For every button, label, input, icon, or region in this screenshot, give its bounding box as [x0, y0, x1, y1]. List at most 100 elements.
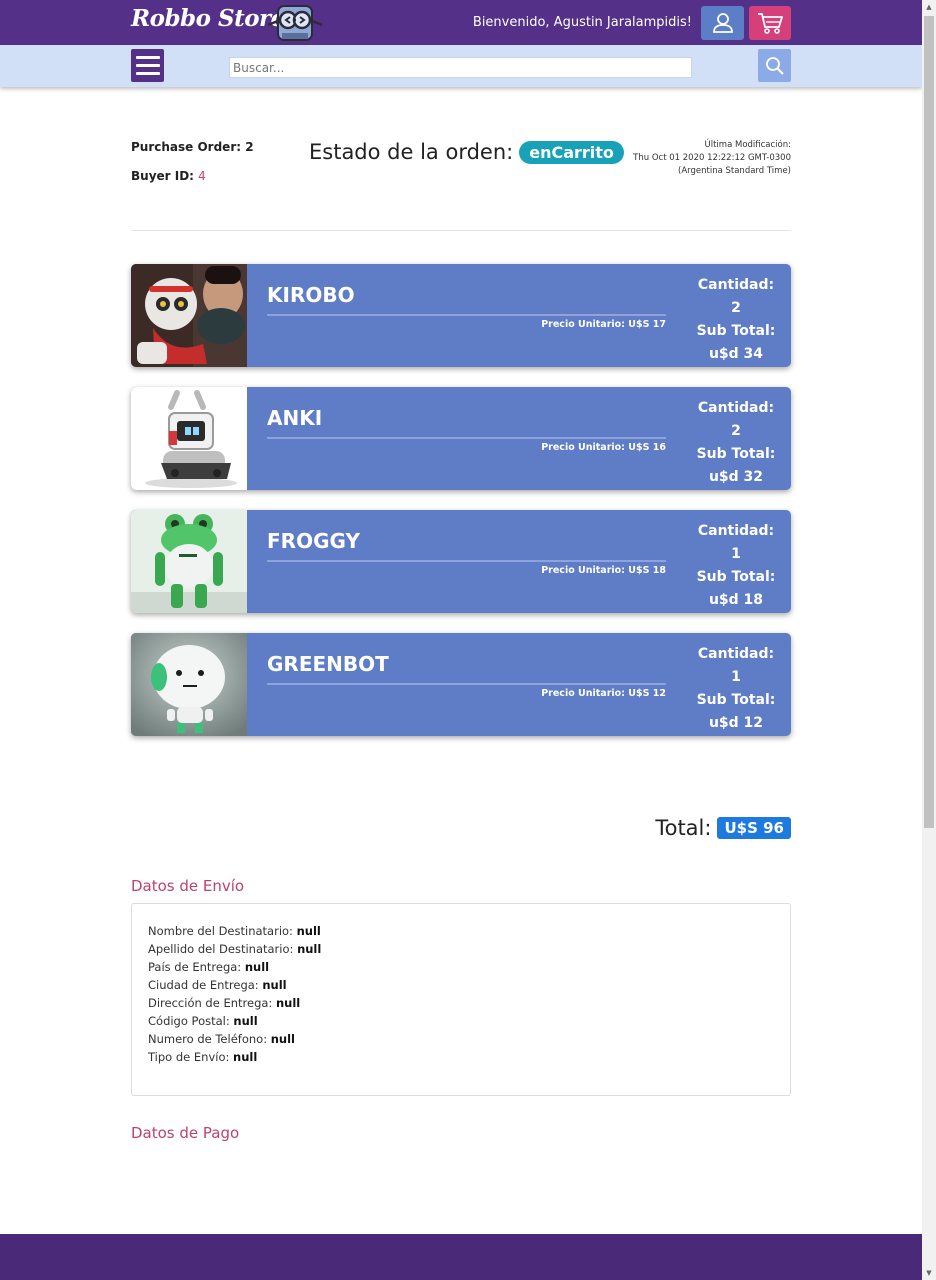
field-label: Apellido del Destinatario: — [148, 942, 294, 956]
product-card[interactable]: ANKI Precio Unitario: U$S 16 Cantidad: 2… — [131, 387, 791, 490]
delivery-city: Ciudad de Entrega: null — [148, 976, 774, 994]
search-button[interactable] — [758, 49, 791, 82]
subtotal-value: u$d 12 — [708, 715, 764, 731]
field-label: País de Entrega: — [148, 960, 242, 974]
cart-icon — [758, 13, 783, 34]
recipient-last-name: Apellido del Destinatario: null — [148, 940, 774, 958]
field-value: null — [262, 978, 287, 992]
store-logo-text[interactable]: Robbo Store — [131, 5, 285, 32]
order-info: Purchase Order: 2 Buyer ID: 4 — [131, 140, 254, 198]
product-name[interactable]: FROGGY — [267, 529, 360, 553]
top-navbar: Robbo Store Bienvenido, Agustin Jaralamp… — [0, 0, 922, 45]
subtotal-label: Sub Total: — [696, 446, 776, 462]
total-value-badge: U$S 96 — [717, 817, 791, 839]
shipping-section-title: Datos de Envío — [131, 877, 245, 895]
quantity-label: Cantidad: — [697, 523, 775, 539]
quantity-value: 2 — [731, 300, 741, 316]
field-label: Nombre del Destinatario: — [148, 924, 293, 938]
recipient-first-name: Nombre del Destinatario: null — [148, 922, 774, 940]
last-modified-label: Última Modificación: — [704, 140, 791, 150]
product-name[interactable]: GREENBOT — [267, 652, 389, 676]
robot-glasses-logo-icon[interactable] — [266, 3, 324, 43]
phone-number: Numero de Teléfono: null — [148, 1030, 774, 1048]
last-modified-date: Thu Oct 01 2020 12:22:12 GMT-0300 — [633, 153, 791, 163]
order-status-label: Estado de la orden: — [309, 140, 514, 164]
field-value: null — [297, 942, 322, 956]
product-name[interactable]: ANKI — [267, 406, 322, 430]
delivery-address: Dirección de Entrega: null — [148, 994, 774, 1012]
scroll-up-arrow-icon[interactable]: ▲ — [922, 0, 936, 14]
user-account-button[interactable] — [701, 6, 744, 40]
product-unit-price: Precio Unitario: U$S 16 — [541, 442, 666, 453]
product-card[interactable]: GREENBOT Precio Unitario: U$S 12 Cantida… — [131, 633, 791, 736]
subtotal-label: Sub Total: — [696, 323, 776, 339]
product-card[interactable]: FROGGY Precio Unitario: U$S 18 Cantidad:… — [131, 510, 791, 613]
field-value: null — [233, 1014, 258, 1028]
scroll-down-arrow-icon[interactable]: ▼ — [922, 1266, 936, 1280]
white-green-robot-photo — [131, 633, 247, 736]
field-label: Numero de Teléfono: — [148, 1032, 268, 1046]
field-value: null — [244, 960, 270, 974]
shipping-details-box: Nombre del Destinatario: null Apellido d… — [131, 903, 791, 1096]
subtotal-label: Sub Total: — [696, 569, 776, 585]
user-icon — [712, 13, 733, 33]
cart-button[interactable] — [749, 6, 791, 40]
field-label: Ciudad de Entrega: — [148, 978, 259, 992]
search-input[interactable] — [229, 57, 692, 78]
last-modified: Última Modificación: Thu Oct 01 2020 12:… — [633, 139, 791, 178]
buyer-id-label: Buyer ID: — [131, 169, 194, 183]
quantity-value: 1 — [731, 669, 741, 685]
quantity-label: Cantidad: — [697, 646, 775, 662]
product-unit-price: Precio Unitario: U$S 18 — [541, 565, 666, 576]
product-divider — [267, 437, 666, 439]
payment-section-title: Datos de Pago — [131, 1124, 240, 1142]
quantity-label: Cantidad: — [697, 277, 775, 293]
total-label: Total: — [655, 816, 712, 840]
purchase-order: Purchase Order: 2 — [131, 140, 254, 169]
subtotal-value: u$d 18 — [708, 592, 764, 608]
product-quantity-summary: Cantidad: 1 Sub Total: u$d 18 — [686, 520, 786, 612]
field-label: Tipo de Envío: — [148, 1050, 230, 1064]
field-label: Dirección de Entrega: — [148, 996, 273, 1010]
divider — [131, 230, 791, 231]
postal-code: Código Postal: null — [148, 1012, 774, 1030]
product-name[interactable]: KIROBO — [267, 283, 355, 307]
delivery-country: País de Entrega: null — [148, 958, 774, 976]
quantity-label: Cantidad: — [697, 400, 775, 416]
purchase-order-label: Purchase Order: — [131, 140, 242, 154]
welcome-message: Bienvenido, Agustin Jaralampidis! — [472, 15, 692, 30]
product-unit-price: Precio Unitario: U$S 12 — [541, 688, 666, 699]
buyer-id-value: 4 — [198, 169, 206, 183]
product-card[interactable]: KIROBO Precio Unitario: U$S 17 Cantidad:… — [131, 264, 791, 367]
menu-button[interactable] — [131, 49, 164, 82]
anki-cozmo-robot-photo — [131, 387, 247, 490]
field-value: null — [233, 1050, 258, 1064]
field-value: null — [296, 924, 321, 938]
order-status-badge: enCarrito — [519, 140, 624, 164]
subtotal-value: u$d 32 — [708, 469, 764, 485]
purchase-order-value: 2 — [245, 140, 254, 154]
product-unit-price: Precio Unitario: U$S 17 — [541, 319, 666, 330]
hamburger-icon — [135, 56, 160, 59]
buyer-id: Buyer ID: 4 — [131, 169, 254, 198]
kirobo-robot-photo — [131, 264, 247, 367]
hamburger-icon-line — [135, 64, 160, 67]
subtotal-label: Sub Total: — [696, 692, 776, 708]
product-divider — [267, 683, 666, 685]
shipping-type: Tipo de Envío: null — [148, 1048, 774, 1066]
vertical-scrollbar[interactable]: ▲ ▼ — [922, 0, 936, 1280]
footer — [0, 1234, 922, 1280]
product-quantity-summary: Cantidad: 2 Sub Total: u$d 32 — [686, 397, 786, 489]
product-divider — [267, 560, 666, 562]
order-total: Total: U$S 96 — [655, 816, 791, 840]
search-bar — [0, 45, 922, 87]
quantity-value: 2 — [731, 423, 741, 439]
field-value: null — [275, 996, 301, 1010]
scrollbar-thumb[interactable] — [924, 16, 934, 828]
hamburger-icon-line — [135, 72, 160, 75]
subtotal-value: u$d 34 — [708, 346, 764, 362]
quantity-value: 1 — [731, 546, 741, 562]
order-status: Estado de la orden: enCarrito — [309, 140, 624, 164]
green-frog-robot-photo — [131, 510, 247, 613]
product-quantity-summary: Cantidad: 2 Sub Total: u$d 34 — [686, 274, 786, 366]
